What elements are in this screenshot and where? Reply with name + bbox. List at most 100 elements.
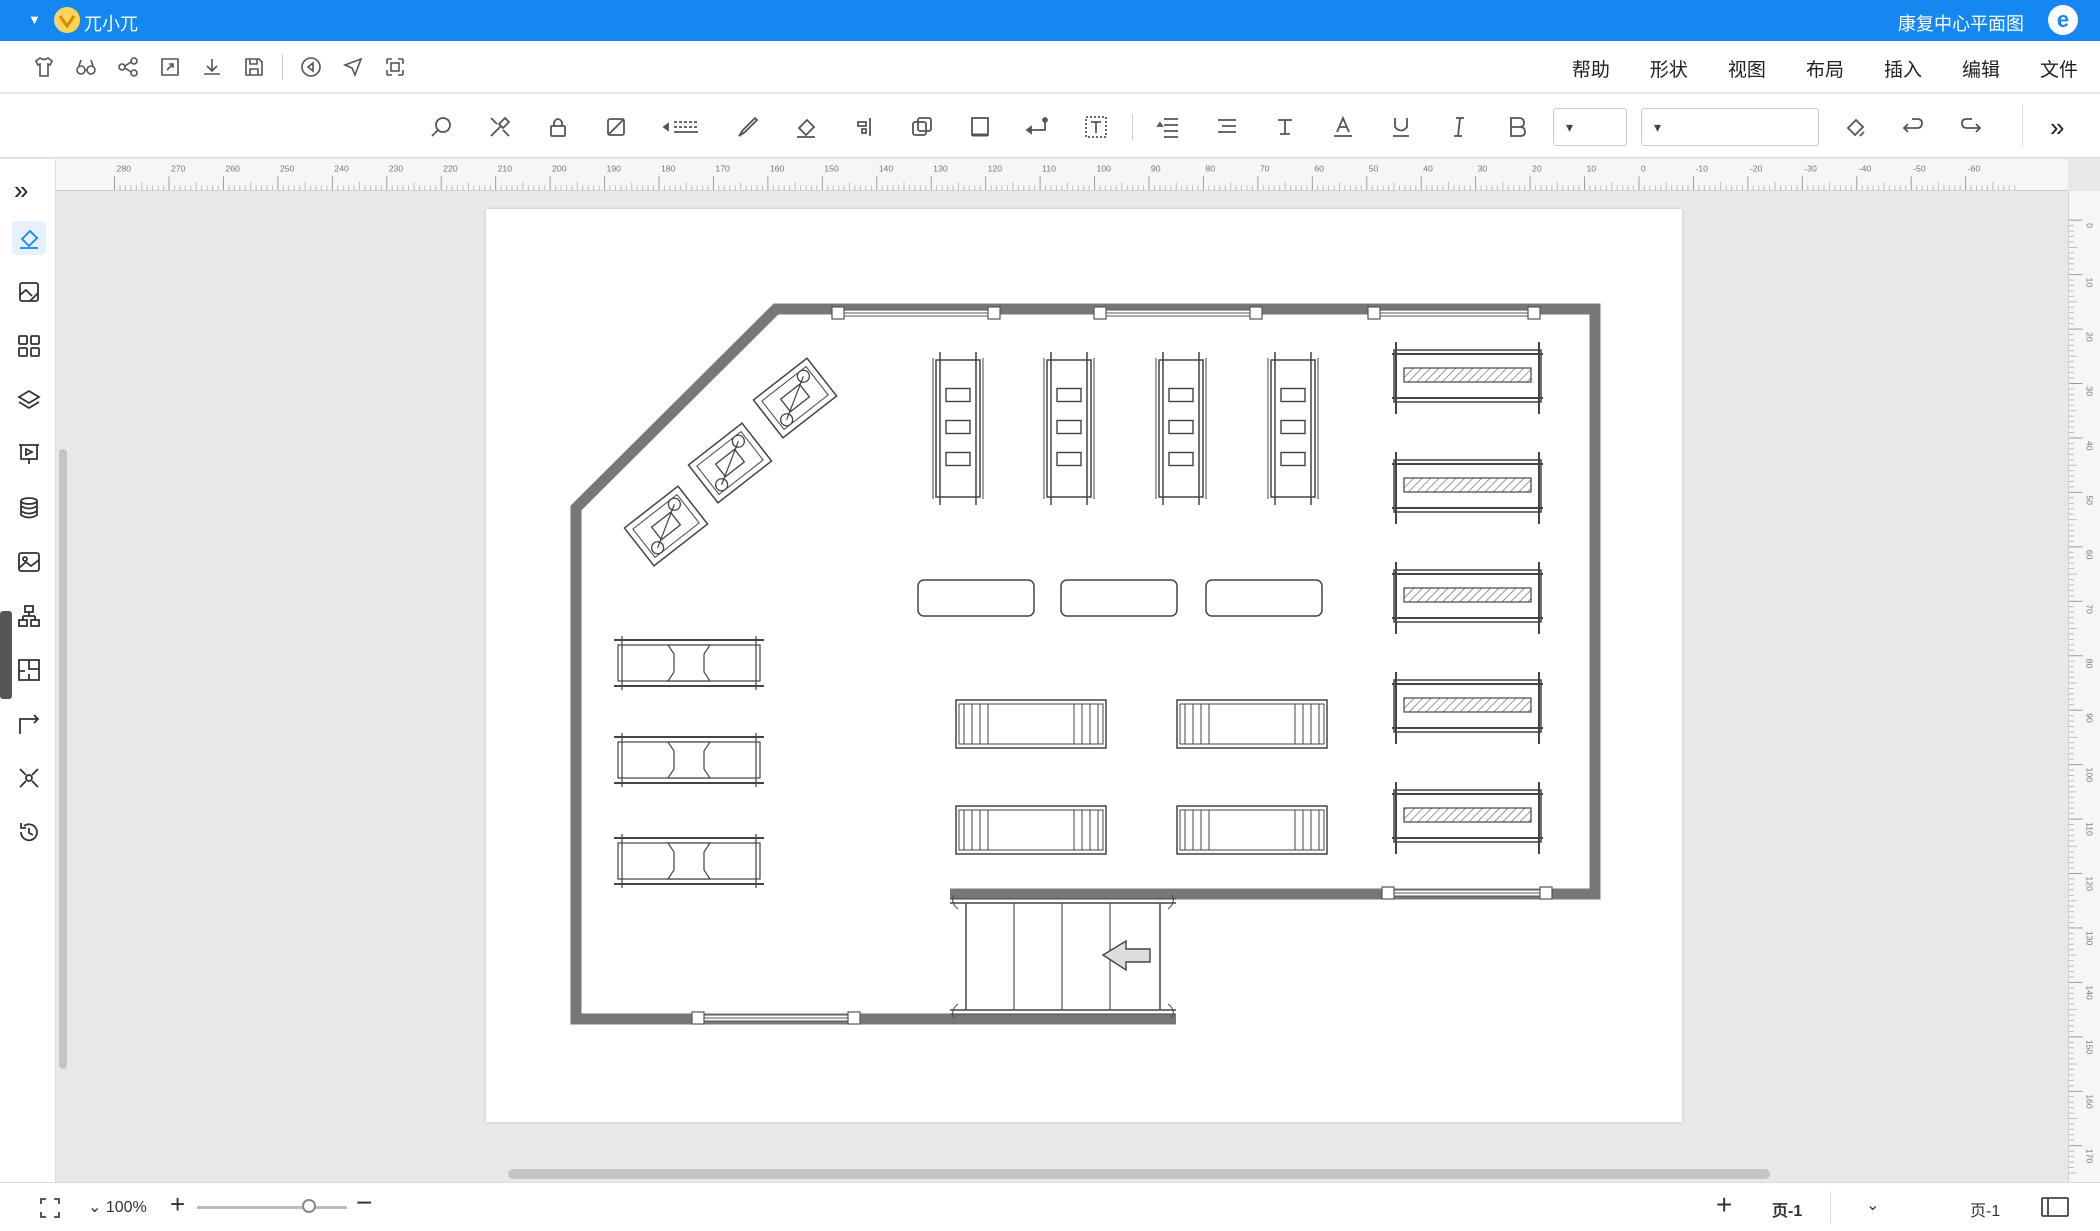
quick-toolbar bbox=[30, 53, 409, 81]
crop-icon[interactable] bbox=[381, 53, 409, 81]
ruler-label: 250 bbox=[280, 164, 295, 174]
lock-icon[interactable] bbox=[536, 109, 580, 145]
ruler-label: 40 bbox=[2084, 441, 2094, 451]
menu-view[interactable]: 视图 bbox=[1728, 55, 1766, 82]
underline-icon[interactable] bbox=[1379, 109, 1423, 145]
search-icon[interactable] bbox=[420, 109, 464, 145]
fill-icon[interactable] bbox=[784, 109, 828, 145]
duplicate-icon[interactable] bbox=[900, 109, 944, 145]
collapse-panel-icon[interactable]: » bbox=[2050, 112, 2064, 143]
text-strike-icon[interactable] bbox=[1263, 109, 1307, 145]
play-icon[interactable] bbox=[297, 53, 325, 81]
redo-icon[interactable] bbox=[1949, 109, 1993, 145]
org-chart-icon[interactable] bbox=[12, 599, 46, 633]
binoculars-icon[interactable] bbox=[72, 53, 100, 81]
menu-file[interactable]: 文件 bbox=[2040, 55, 2078, 82]
presentation-icon[interactable] bbox=[12, 437, 46, 471]
align-icon[interactable] bbox=[842, 109, 886, 145]
tools-icon[interactable] bbox=[478, 109, 522, 145]
database-icon[interactable] bbox=[12, 491, 46, 525]
account-dropdown-caret[interactable]: ▼ bbox=[28, 12, 41, 27]
menu-layout[interactable]: 布局 bbox=[1806, 55, 1844, 82]
zoom-slider-track[interactable] bbox=[197, 1206, 347, 1209]
drawing-page[interactable] bbox=[486, 209, 1682, 1122]
frame-icon[interactable] bbox=[958, 109, 1002, 145]
font-family-select[interactable]: ▾ bbox=[1641, 108, 1819, 146]
ruler-label: 270 bbox=[171, 164, 186, 174]
ruler-label: 80 bbox=[1205, 164, 1215, 174]
network-icon[interactable] bbox=[12, 761, 46, 795]
ruler-label: 280 bbox=[117, 164, 132, 174]
parallel-bars bbox=[1267, 352, 1319, 505]
undo-icon[interactable] bbox=[1891, 109, 1935, 145]
ruler-label: 80 bbox=[2084, 659, 2094, 669]
floor-plan[interactable] bbox=[486, 209, 1682, 1122]
treatment-bed bbox=[1392, 672, 1543, 744]
zoom-dropdown[interactable]: ⌄ 100% bbox=[88, 1197, 147, 1217]
ruler-label: 110 bbox=[2084, 822, 2094, 836]
pointer-icon[interactable] bbox=[339, 53, 367, 81]
line-style-icon[interactable] bbox=[652, 109, 712, 145]
fit-screen-icon[interactable] bbox=[38, 1196, 62, 1225]
zoom-out-button[interactable]: − bbox=[356, 1187, 372, 1219]
fill-brush-icon[interactable] bbox=[12, 221, 46, 255]
ruler-label: 60 bbox=[2084, 550, 2094, 560]
grid-icon[interactable] bbox=[12, 329, 46, 363]
line-spacing-icon[interactable] bbox=[1147, 109, 1191, 145]
export-icon[interactable] bbox=[156, 53, 184, 81]
vip-badge-icon[interactable] bbox=[52, 6, 82, 34]
treadmill bbox=[1176, 699, 1328, 749]
ruler-label: 50 bbox=[2084, 495, 2094, 505]
font-size-select[interactable]: ▾ bbox=[1553, 108, 1627, 146]
bold-icon[interactable] bbox=[1495, 109, 1539, 145]
page-list-dropdown-icon[interactable]: ⌄ bbox=[1866, 1195, 1879, 1215]
ruler-label: -30 bbox=[1804, 164, 1817, 174]
menu-edit[interactable]: 编辑 bbox=[1962, 55, 2000, 82]
page-tab[interactable]: 页-1 bbox=[1772, 1197, 1802, 1221]
font-color-icon[interactable] bbox=[1321, 109, 1365, 145]
history-icon[interactable] bbox=[12, 815, 46, 849]
pen-icon[interactable] bbox=[726, 109, 770, 145]
save-icon[interactable] bbox=[240, 53, 268, 81]
ruler-label: 120 bbox=[988, 164, 1003, 174]
ruler-label: 230 bbox=[389, 164, 404, 174]
add-page-button[interactable]: + bbox=[1716, 1189, 1732, 1221]
page-view-icon[interactable] bbox=[2040, 1195, 2070, 1224]
ruler-label: -60 bbox=[1968, 164, 1981, 174]
image-frame-icon[interactable] bbox=[12, 275, 46, 309]
layers-icon[interactable] bbox=[12, 383, 46, 417]
title-bar: ▼ 兀小兀 康复中心平面图 e bbox=[0, 0, 2100, 41]
rehab-bed bbox=[614, 834, 764, 888]
zoom-slider-knob[interactable] bbox=[302, 1199, 316, 1213]
connector-icon[interactable] bbox=[1016, 109, 1060, 145]
crop-image-icon[interactable] bbox=[594, 109, 638, 145]
menu-help[interactable]: 帮助 bbox=[1572, 55, 1610, 82]
zoom-in-button[interactable]: + bbox=[170, 1189, 185, 1220]
align-text-icon[interactable] bbox=[1205, 109, 1249, 145]
app-logo-icon[interactable]: e bbox=[2048, 5, 2078, 35]
share-icon[interactable] bbox=[114, 53, 142, 81]
image-icon[interactable] bbox=[12, 545, 46, 579]
textbox-icon[interactable] bbox=[1074, 109, 1118, 145]
current-page-name[interactable]: 页-1 bbox=[1970, 1197, 2000, 1221]
format-painter-icon[interactable] bbox=[1833, 109, 1877, 145]
user-name[interactable]: 兀小兀 bbox=[84, 10, 138, 36]
connector-icon[interactable] bbox=[12, 707, 46, 741]
menu-insert[interactable]: 插入 bbox=[1884, 55, 1922, 82]
italic-icon[interactable] bbox=[1437, 109, 1481, 145]
horizontal-scrollbar[interactable] bbox=[508, 1169, 1770, 1179]
drawing-canvas[interactable] bbox=[68, 191, 2068, 1181]
download-icon[interactable] bbox=[198, 53, 226, 81]
floorplan-icon[interactable] bbox=[12, 653, 46, 687]
ruler-label: 10 bbox=[1586, 164, 1596, 174]
document-title[interactable]: 康复中心平面图 bbox=[1898, 10, 2024, 36]
panel-resize-handle[interactable] bbox=[0, 611, 12, 699]
shirt-icon[interactable] bbox=[30, 53, 58, 81]
ruler-label: 140 bbox=[2084, 985, 2094, 1000]
ruler-label: 260 bbox=[225, 164, 240, 174]
menu-shape[interactable]: 形状 bbox=[1650, 55, 1688, 82]
expand-sidebar-icon[interactable]: » bbox=[14, 175, 28, 206]
parallel-bars bbox=[932, 352, 984, 505]
ruler-label: 220 bbox=[443, 164, 458, 174]
sidebar-scrollbar[interactable] bbox=[59, 449, 67, 1069]
